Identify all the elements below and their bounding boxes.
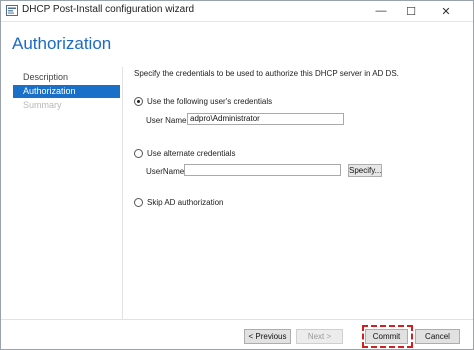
- wizard-window: DHCP Post-Install configuration wizard —…: [0, 0, 474, 350]
- alternate-user-name-field[interactable]: [184, 164, 341, 176]
- page-title: Authorization: [12, 34, 112, 53]
- maximize-button[interactable]: ☐: [396, 1, 426, 21]
- intro-text: Specify the credentials to be used to au…: [134, 69, 399, 78]
- maximize-icon: ☐: [406, 5, 416, 18]
- radio-following-user[interactable]: Use the following user's credentials: [134, 97, 272, 106]
- commit-highlight-box: [362, 325, 413, 348]
- radio-skip-indicator[interactable]: [134, 198, 143, 207]
- server-manager-icon: [6, 5, 18, 16]
- cancel-button[interactable]: Cancel: [415, 329, 460, 344]
- nav-item-description[interactable]: Description: [13, 71, 120, 84]
- minimize-button[interactable]: —: [366, 1, 396, 21]
- alternate-user-name-label: UserName:: [146, 167, 187, 176]
- user-name-label: User Name:: [146, 116, 189, 125]
- close-icon: ✕: [441, 5, 451, 18]
- radio-skip-label: Skip AD authorization: [147, 198, 224, 207]
- window-title: DHCP Post-Install configuration wizard: [22, 4, 195, 15]
- previous-button[interactable]: < Previous: [244, 329, 291, 344]
- radio-following-user-label: Use the following user's credentials: [147, 97, 273, 106]
- nav-item-authorization[interactable]: Authorization: [13, 85, 120, 98]
- title-bar: DHCP Post-Install configuration wizard —…: [1, 1, 473, 22]
- radio-skip-authorization[interactable]: Skip AD authorization: [134, 198, 224, 207]
- radio-following-user-indicator[interactable]: [134, 97, 143, 106]
- user-name-field[interactable]: [187, 113, 344, 125]
- specify-button[interactable]: Specify...: [348, 164, 382, 177]
- wizard-nav: Description Authorization Summary: [13, 71, 120, 113]
- nav-divider: [122, 67, 123, 319]
- nav-item-summary: Summary: [23, 100, 62, 110]
- footer-divider: [1, 319, 473, 320]
- minimize-icon: —: [375, 5, 387, 17]
- radio-alternate-indicator[interactable]: [134, 149, 143, 158]
- close-button[interactable]: ✕: [431, 1, 461, 21]
- next-button: Next >: [296, 329, 343, 344]
- radio-alternate[interactable]: Use alternate credentials: [134, 149, 236, 158]
- radio-alternate-label: Use alternate credentials: [147, 149, 236, 158]
